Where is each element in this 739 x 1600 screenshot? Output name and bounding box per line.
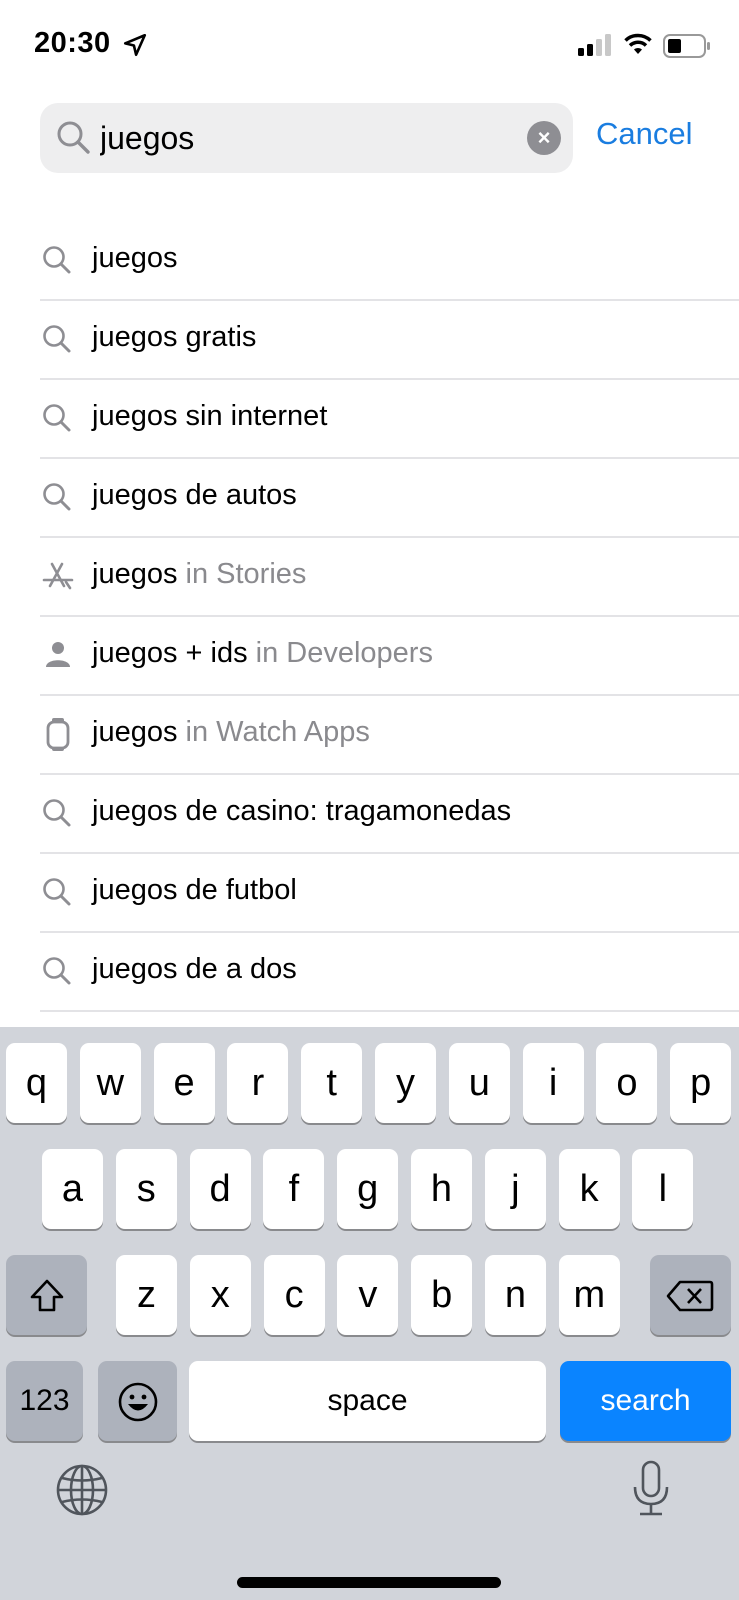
key-m[interactable]: m [558,1255,620,1335]
suggestion-query: juegos + ids [92,637,248,669]
delete-key[interactable] [650,1255,731,1335]
status-time: 20:30 [34,27,111,59]
suggestion-text: juegos de a dos [92,953,297,986]
key-s[interactable]: s [115,1149,177,1229]
suggestion-text: juegos [92,242,177,275]
battery-icon [663,34,710,58]
numbers-key[interactable]: 123 [6,1361,83,1441]
search-field[interactable]: × [40,103,573,173]
key-t[interactable]: t [301,1043,363,1123]
suggestion-scope: in Stories [177,558,307,590]
suggestion-text: juegos sin internet [92,400,327,433]
space-key[interactable]: space [189,1361,546,1441]
clear-search-button[interactable]: × [527,121,561,155]
location-arrow-icon [123,33,147,57]
suggestion-item[interactable]: juegos in Watch Apps [0,696,739,775]
suggestion-text: juegos gratis [92,321,256,354]
search-icon [57,121,90,154]
wifi-icon [624,33,652,54]
key-o[interactable]: o [596,1043,658,1123]
suggestion-item[interactable]: juegos de casino: tragamonedas [0,775,739,854]
key-e[interactable]: e [153,1043,215,1123]
suggestion-text: juegos in Watch Apps [92,716,370,749]
key-b[interactable]: b [411,1255,473,1335]
suggestion-text: juegos in Stories [92,558,306,591]
backspace-icon [666,1280,714,1312]
cancel-button[interactable]: Cancel [596,116,693,152]
key-x[interactable]: x [189,1255,251,1335]
suggestion-query: juegos de a dos [92,953,297,985]
key-z[interactable]: z [116,1255,177,1335]
key-g[interactable]: g [337,1149,399,1229]
key-u[interactable]: u [448,1043,510,1123]
shift-key[interactable] [6,1255,87,1335]
emoji-icon [118,1382,158,1422]
suggestion-item[interactable]: juegos de futbol [0,854,739,933]
keyboard: 123 space search qwertyuiop asdfghjkl zxcv… [0,1027,739,1600]
key-q[interactable]: q [6,1043,67,1123]
suggestion-text: juegos de futbol [92,874,297,907]
key-l[interactable]: l [632,1149,694,1229]
suggestion-query: juegos [92,716,178,748]
search-icon [42,795,74,831]
app-store-icon [42,558,74,594]
suggestion-query: juegos sin internet [92,400,328,432]
key-k[interactable]: k [558,1149,620,1229]
key-f[interactable]: f [263,1149,325,1229]
suggestion-query: juegos de casino: tragamonedas [92,795,512,827]
watch-icon [42,716,74,752]
suggestion-item[interactable]: juegos [0,222,739,301]
key-a[interactable]: a [42,1149,103,1229]
search-icon [42,479,74,515]
suggestion-query: juegos de futbol [92,874,297,906]
suggestion-scope: in Developers [247,637,433,669]
search-icon [42,400,74,436]
suggestions-list: juegos juegos gratis juegos sin internet… [0,222,739,1012]
suggestion-query: juegos [92,242,178,274]
suggestion-item[interactable]: juegos de a dos [0,933,739,1012]
search-icon [42,321,74,357]
suggestion-item[interactable]: juegos gratis [0,301,739,380]
key-r[interactable]: r [227,1043,289,1123]
microphone-icon[interactable] [630,1459,672,1519]
search-icon [42,953,74,989]
suggestion-query: juegos de autos [92,479,297,511]
suggestion-text: juegos de casino: tragamonedas [92,795,511,828]
search-icon [42,242,74,278]
home-indicator [237,1577,501,1588]
globe-icon[interactable] [55,1463,109,1517]
search-icon [42,874,74,910]
key-i[interactable]: i [522,1043,584,1123]
suggestion-query: juegos gratis [92,321,257,353]
suggestion-item[interactable]: juegos sin internet [0,380,739,459]
search-key[interactable]: search [560,1361,731,1441]
key-c[interactable]: c [263,1255,325,1335]
suggestion-query: juegos [92,558,178,590]
key-p[interactable]: p [670,1043,732,1123]
person-icon [42,637,74,673]
cellular-signal-icon [578,34,611,56]
key-w[interactable]: w [79,1043,141,1123]
status-bar: 20:30 [0,0,739,90]
shift-icon [30,1279,64,1312]
search-input[interactable] [100,115,500,161]
suggestion-text: juegos + ids in Developers [92,637,433,670]
suggestion-item[interactable]: juegos + ids in Developers [0,617,739,696]
key-y[interactable]: y [375,1043,436,1123]
suggestion-item[interactable]: juegos in Stories [0,538,739,617]
suggestion-text: juegos de autos [92,479,297,512]
suggestion-item[interactable]: juegos de autos [0,459,739,538]
emoji-key[interactable] [98,1361,177,1441]
suggestion-scope: in Watch Apps [177,716,370,748]
clear-icon: × [537,125,551,150]
key-d[interactable]: d [189,1149,251,1229]
key-j[interactable]: j [484,1149,546,1229]
key-h[interactable]: h [411,1149,472,1229]
key-v[interactable]: v [337,1255,399,1335]
key-n[interactable]: n [485,1255,546,1335]
